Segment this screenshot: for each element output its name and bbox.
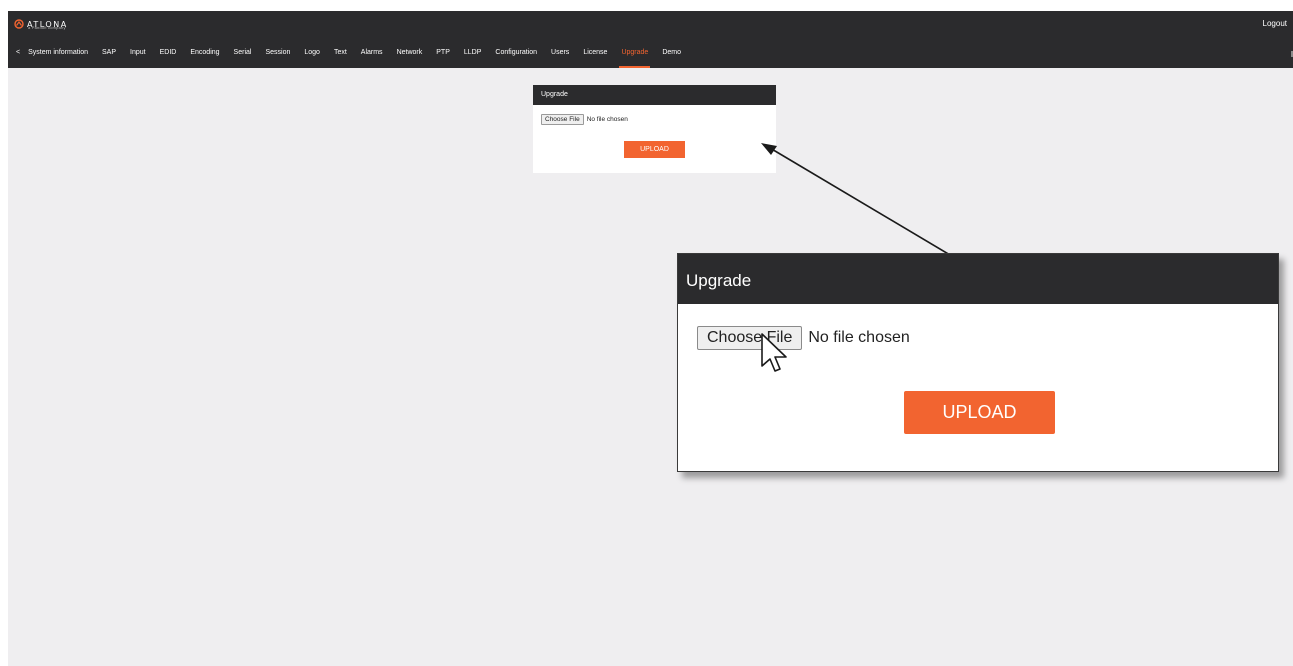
tab-text[interactable]: Text: [334, 47, 347, 68]
tab-sap[interactable]: SAP: [102, 47, 116, 68]
tab-system-information[interactable]: System information: [28, 47, 88, 68]
tab-serial[interactable]: Serial: [234, 47, 252, 68]
tab-upgrade[interactable]: Upgrade: [619, 47, 651, 68]
tab-session[interactable]: Session: [265, 47, 290, 68]
atlona-logo-icon: [14, 19, 24, 29]
upgrade-panel: Upgrade Choose File No file chosen UPLOA…: [533, 85, 776, 173]
brand-subtitle: a Panduit company: [28, 25, 66, 30]
choose-file-button[interactable]: Choose File: [541, 114, 584, 125]
upload-button[interactable]: UPLOAD: [624, 141, 685, 158]
tab-lldp[interactable]: LLDP: [464, 47, 482, 68]
tab-ptp[interactable]: PTP: [436, 47, 450, 68]
tab-demo[interactable]: Demo: [662, 47, 681, 68]
callout-title: Upgrade: [678, 254, 1278, 304]
tab-encoding[interactable]: Encoding: [190, 47, 219, 68]
logout-link[interactable]: Logout: [1263, 19, 1287, 28]
tab-license[interactable]: License: [583, 47, 607, 68]
tab-network[interactable]: Network: [397, 47, 423, 68]
file-status-text: No file chosen: [586, 116, 628, 123]
tab-bar: < System information SAP Input EDID Enco…: [8, 47, 695, 68]
tab-alarms[interactable]: Alarms: [361, 47, 383, 68]
mouse-pointer-icon: [761, 333, 787, 372]
callout-file-input[interactable]: Choose File No file chosen: [697, 326, 910, 350]
top-navigation-bar: ATLONA a Panduit company Logout < System…: [8, 11, 1293, 68]
tab-scroll-left[interactable]: <: [16, 47, 20, 68]
tab-edid[interactable]: EDID: [160, 47, 177, 68]
upgrade-panel-title: Upgrade: [533, 85, 776, 105]
tab-users[interactable]: Users: [551, 47, 569, 68]
callout-file-status-text: No file chosen: [808, 329, 910, 346]
tab-input[interactable]: Input: [130, 47, 146, 68]
tab-logo[interactable]: Logo: [304, 47, 320, 68]
tab-configuration[interactable]: Configuration: [495, 47, 537, 68]
callout-upload-button[interactable]: UPLOAD: [904, 391, 1055, 434]
file-input[interactable]: Choose File No file chosen: [541, 114, 628, 125]
